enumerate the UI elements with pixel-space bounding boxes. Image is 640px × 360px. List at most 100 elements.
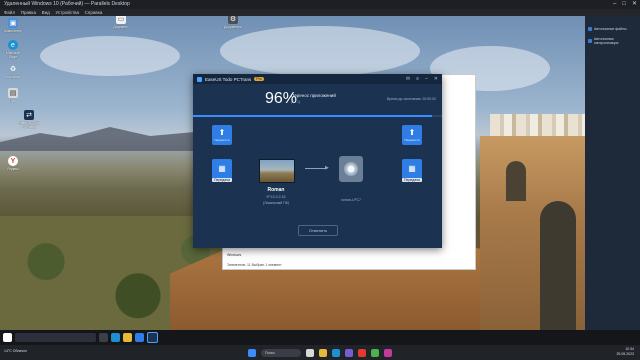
source-pc-network: (Локальный ПК) (263, 201, 289, 205)
progress-subtitle: (1 / 1) (291, 100, 301, 104)
app-icon: ▤ (8, 88, 18, 98)
task-view-icon[interactable] (306, 348, 314, 357)
visual-studio-icon[interactable] (345, 348, 353, 357)
search-box[interactable]: Поиск (261, 348, 301, 357)
apps-tile-right[interactable]: ▦ (402, 159, 422, 179)
apps-grid-icon: ▦ (408, 164, 416, 173)
desktop-icon-label: Компьютер (3, 29, 23, 33)
desktop-icon-label: Яндекс (7, 167, 19, 171)
progress-header: 96% Перенос приложений (1 / 1) Время до … (193, 84, 442, 114)
yandex-icon[interactable] (358, 348, 366, 357)
taskbar: 14°C Облачно Поиск 10:34 25.05.2023 (0, 330, 640, 360)
windows-start-icon[interactable] (3, 333, 12, 342)
edition-badge: Pro (254, 77, 264, 81)
progress-bar-fill (193, 115, 433, 117)
explorer-status-bar: Элементов: 11 Выбран 1 элемент (227, 263, 282, 267)
apps-tile-left-label: Передача (212, 178, 232, 182)
host-window-controls: – □ ✕ (613, 1, 637, 8)
source-pc-name: Roman (267, 187, 285, 193)
close-icon[interactable]: ✕ (632, 1, 637, 8)
side-panel-item-label: Автономные файлы (594, 27, 627, 31)
desktop-icon-yandex[interactable]: Y Яндекс (2, 156, 24, 171)
desktop-icon-edge[interactable]: e Microsoft Edge (2, 40, 24, 59)
feedback-icon[interactable]: ✉ (406, 76, 410, 82)
apps-grid-icon: ▦ (218, 164, 226, 173)
pctrans-icon[interactable] (147, 332, 158, 343)
app-icon[interactable] (371, 348, 379, 357)
weather-widget[interactable]: 14°C Облачно (4, 349, 27, 353)
host-window-title: Удаленный Windows 10 (Рабочий) — Paralle… (4, 1, 130, 7)
edge-icon: e (8, 40, 18, 50)
computer-icon: ▣ (8, 18, 18, 28)
apps-tile-left[interactable]: ▦ (212, 159, 232, 179)
desktop-icon-label: Корзина (6, 75, 20, 79)
menu-help[interactable]: Справка (85, 10, 103, 15)
time-remaining: Время до окончания: 00:00:02 (387, 97, 436, 101)
destination-pc-icon (339, 156, 363, 182)
file-explorer-icon[interactable] (123, 333, 132, 342)
desktop-icon-documents[interactable]: ⚙ Документы (222, 16, 244, 29)
upload-icon: ⬆ (408, 127, 416, 137)
wallpaper-bridge-arch (540, 201, 576, 330)
folder-icon (588, 27, 592, 31)
transfer-tile-left[interactable]: ⬆ Перенести (212, 125, 232, 145)
explorer-folder-item[interactable]: Windows (227, 253, 241, 257)
settings-icon: ⚙ (228, 16, 238, 24)
menu-devices[interactable]: Устройства (55, 10, 79, 15)
menu-file[interactable]: Файл (4, 10, 15, 15)
store-icon[interactable] (135, 333, 144, 342)
app-icon[interactable] (384, 348, 392, 357)
edge-icon[interactable] (111, 333, 120, 342)
transfer-arrow (305, 168, 327, 169)
app-title-bar: EaseUS Todo PCTrans Pro ✉ ≡ – ✕ (193, 74, 442, 84)
transfer-tile-right[interactable]: ⬆ Перенести (402, 125, 422, 145)
edge-icon[interactable] (332, 348, 340, 357)
minimize-icon[interactable]: – (613, 1, 616, 8)
document-icon: ▭ (116, 16, 126, 24)
minimize-icon[interactable]: – (425, 76, 428, 82)
menu-edit[interactable]: Правка (21, 10, 36, 15)
apps-tile-right-label: Передача (402, 178, 422, 182)
source-pc-ip: IP:10.0.2.15 (266, 195, 286, 199)
start-icon[interactable] (248, 348, 256, 357)
menu-icon[interactable]: ≡ (416, 76, 419, 82)
pctrans-logo-icon (197, 76, 202, 82)
wallpaper-cloud (220, 26, 420, 76)
desktop-icon-recycle-bin[interactable]: ♻ Корзина (2, 64, 24, 79)
desktop-icon-label: EaseUS Todo PCTrans (18, 121, 40, 129)
pctrans-window[interactable]: EaseUS Todo PCTrans Pro ✉ ≡ – ✕ 96% Пере… (193, 74, 442, 248)
system-clock[interactable]: 10:34 25.05.2023 (616, 347, 634, 356)
side-panel-item-label: Автономная синхронизация (593, 37, 619, 45)
recycle-bin-icon: ♻ (8, 64, 18, 74)
destination-pc-name: roman-LPC7 (341, 198, 361, 202)
menu-view[interactable]: Вид (42, 10, 50, 15)
close-icon[interactable]: ✕ (434, 76, 438, 82)
source-pc-thumbnail (259, 159, 295, 183)
desktop-icon-label: Пуск (9, 99, 17, 103)
desktop-icon-pctrans[interactable]: ⇄ EaseUS Todo PCTrans (18, 110, 40, 129)
cancel-button[interactable]: Отменить (298, 225, 338, 236)
wallpaper-cloud (40, 36, 180, 76)
sync-icon (588, 39, 592, 43)
notification-side-panel: Автономные файлы Автономная синхронизаци… (585, 16, 640, 330)
side-panel-item[interactable]: Автономная синхронизация (585, 34, 640, 48)
host-menu-bar: Файл Правка Вид Устройства Справка (0, 9, 640, 16)
desktop-icon-start[interactable]: ▤ Пуск (2, 88, 24, 103)
guest-search-field[interactable] (15, 333, 96, 342)
desktop-icon-computer[interactable]: ▣ Компьютер (2, 18, 24, 33)
clock-date: 25.05.2023 (616, 351, 634, 356)
desktop-icon-document[interactable]: ▭ Документ (110, 16, 132, 29)
host-taskbar: 14°C Облачно Поиск 10:34 25.05.2023 (0, 345, 640, 360)
desktop-icon-label: Microsoft Edge (5, 51, 21, 59)
maximize-icon[interactable]: □ (622, 1, 626, 8)
wallpaper-bridge-arch (506, 161, 526, 201)
progress-bar (193, 115, 442, 117)
file-explorer-icon[interactable] (319, 348, 327, 357)
task-view-icon[interactable] (99, 333, 108, 342)
side-panel-item[interactable]: Автономные файлы (585, 24, 640, 34)
tile-label: Перенести (404, 137, 420, 142)
host-title-bar: Удаленный Windows 10 (Рабочий) — Paralle… (0, 0, 640, 9)
progress-title: Перенос приложений (291, 93, 336, 98)
guest-taskbar (0, 330, 640, 345)
pctrans-icon: ⇄ (24, 110, 34, 120)
